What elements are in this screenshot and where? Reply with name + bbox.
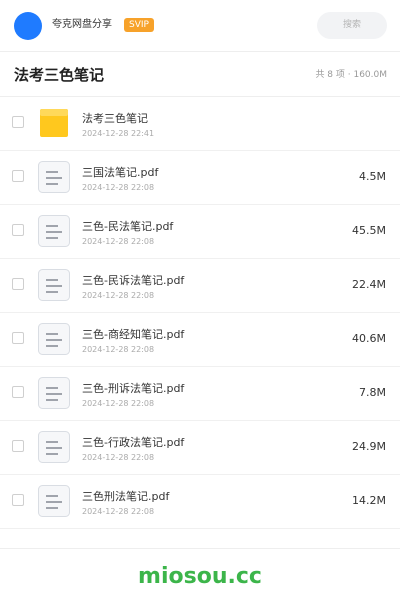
document-icon [38,161,70,193]
file-name: 三色-民法笔记.pdf [82,220,174,233]
file-size: 45.5M [352,224,386,237]
avatar[interactable] [14,12,42,40]
file-name: 三色-刑诉法笔记.pdf [82,382,185,395]
file-row[interactable]: 三色-民法笔记.pdf 2024-12-28 22:08 45.5M [0,205,400,259]
row-checkbox[interactable] [12,494,24,506]
file-list: 法考三色笔记 2024-12-28 22:41 三国法笔记.pdf 2024-12-2… [0,97,400,529]
file-name: 三国法笔记.pdf [82,166,159,179]
document-icon [38,377,70,409]
file-row[interactable]: 三国法笔记.pdf 2024-12-28 22:08 4.5M [0,151,400,205]
folder-icon [38,107,70,139]
file-row[interactable]: 法考三色笔记 2024-12-28 22:41 [0,97,400,151]
file-size: 7.8M [359,386,386,399]
page-title: 法考三色笔记 [14,66,105,84]
file-date: 2024-12-28 22:08 [82,399,155,408]
top-bar: 夸克网盘分享 SVIP 搜索 [0,0,400,52]
search-button[interactable]: 搜索 [317,12,387,39]
file-name: 三色-行政法笔记.pdf [82,436,185,449]
file-row[interactable]: 三色-刑诉法笔记.pdf 2024-12-28 22:08 7.8M [0,367,400,421]
file-date: 2024-12-28 22:08 [82,345,155,354]
file-row[interactable]: 三色-商经知笔记.pdf 2024-12-28 22:08 40.6M [0,313,400,367]
file-name: 三色-商经知笔记.pdf [82,328,185,341]
file-size: 22.4M [352,278,386,291]
document-icon [38,485,70,517]
svip-badge: SVIP [124,18,154,32]
row-checkbox[interactable] [12,440,24,452]
watermark: miosou.cc [138,564,262,589]
file-row[interactable]: 三色刑法笔记.pdf 2024-12-28 22:08 14.2M [0,475,400,529]
row-checkbox[interactable] [12,170,24,182]
row-checkbox[interactable] [12,332,24,344]
document-icon [38,269,70,301]
file-size: 4.5M [359,170,386,183]
file-size: 24.9M [352,440,386,453]
row-checkbox[interactable] [12,278,24,290]
file-name: 三色-民诉法笔记.pdf [82,274,185,287]
file-size: 40.6M [352,332,386,345]
document-icon [38,431,70,463]
folder-header: 法考三色笔记 共 8 项 · 160.0M [0,52,400,97]
document-icon [38,323,70,355]
document-icon [38,215,70,247]
footer: miosou.cc [0,548,400,600]
file-name: 三色刑法笔记.pdf [82,490,170,503]
brand-label: 夸克网盘分享 [52,19,112,30]
share-page: 夸克网盘分享 SVIP 搜索 法考三色笔记 共 8 项 · 160.0M 法考三… [0,0,400,600]
file-date: 2024-12-28 22:08 [82,237,155,246]
file-date: 2024-12-28 22:08 [82,453,155,462]
file-date: 2024-12-28 22:08 [82,507,155,516]
file-row[interactable]: 三色-民诉法笔记.pdf 2024-12-28 22:08 22.4M [0,259,400,313]
file-size: 14.2M [352,494,386,507]
file-date: 2024-12-28 22:41 [82,129,155,138]
row-checkbox[interactable] [12,386,24,398]
file-date: 2024-12-28 22:08 [82,291,155,300]
file-date: 2024-12-28 22:08 [82,183,155,192]
file-row[interactable]: 三色-行政法笔记.pdf 2024-12-28 22:08 24.9M [0,421,400,475]
row-checkbox[interactable] [12,224,24,236]
item-summary: 共 8 项 · 160.0M [315,70,387,80]
row-checkbox[interactable] [12,116,24,128]
file-name: 法考三色笔记 [82,112,148,125]
